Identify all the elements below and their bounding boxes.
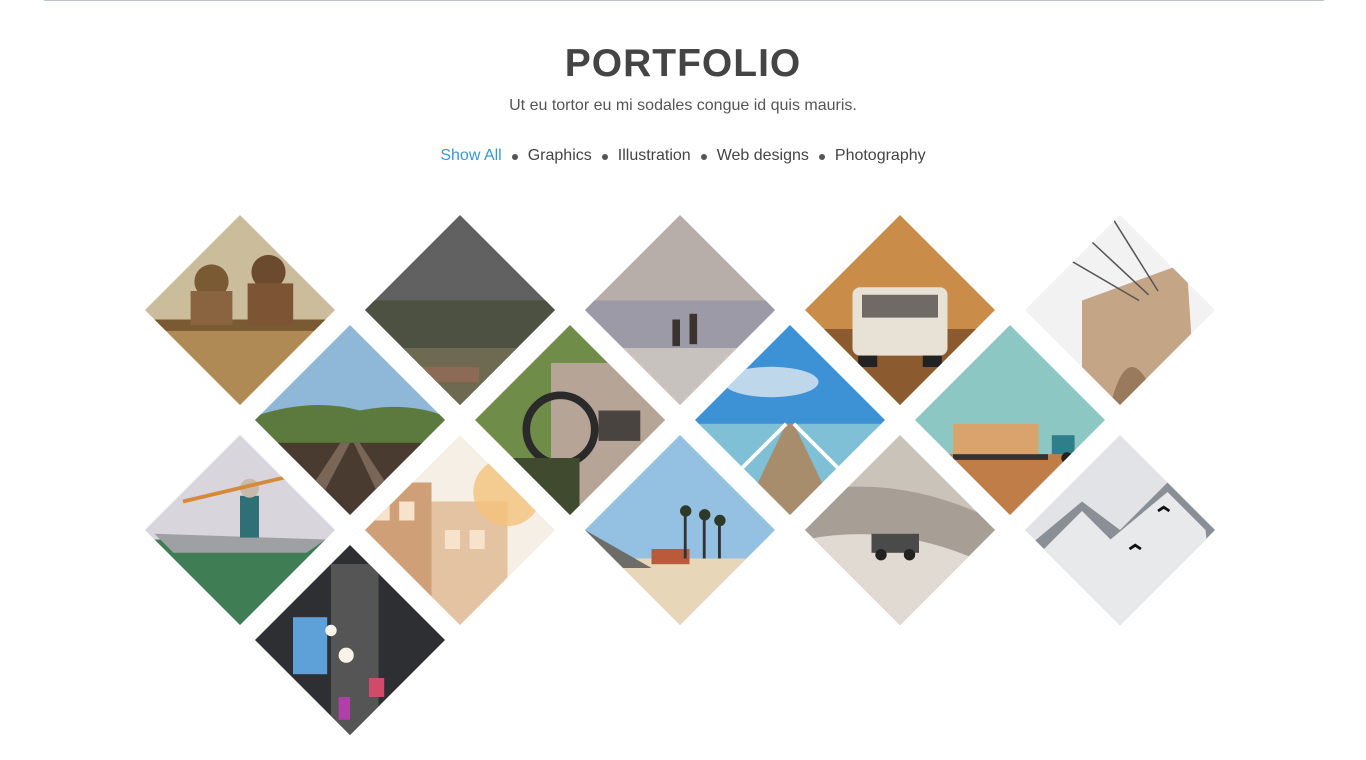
filter-show-all[interactable]: Show All	[440, 147, 501, 165]
separator-dot	[511, 154, 518, 160]
portfolio-filter-bar: Show All Graphics Illustration Web desig…	[0, 147, 1366, 165]
filter-graphics[interactable]: Graphics	[528, 147, 592, 165]
filter-photography[interactable]: Photography	[835, 147, 926, 165]
page-title: PORTFOLIO	[564, 42, 802, 85]
separator-dot	[700, 154, 707, 160]
filter-illustration[interactable]: Illustration	[618, 147, 691, 165]
separator-dot	[818, 154, 825, 160]
top-divider	[44, 0, 1324, 1]
separator-dot	[601, 154, 608, 160]
page-subtitle: Ut eu tortor eu mi sodales congue id qui…	[509, 97, 857, 114]
filter-web-designs[interactable]: Web designs	[717, 147, 809, 165]
